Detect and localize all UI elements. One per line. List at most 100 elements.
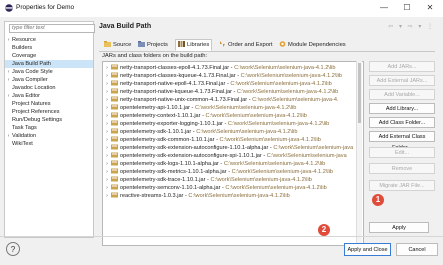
jar-row[interactable]: › netty-transport-classes-epoll-4.1.73.Fi… bbox=[103, 64, 363, 72]
add-jars-button[interactable]: Add JARs... bbox=[369, 61, 435, 72]
expand-arrow-icon[interactable]: › bbox=[5, 76, 12, 84]
add-class-folder-button[interactable]: Add Class Folder... bbox=[369, 117, 435, 128]
jar-row[interactable]: › opentelemetry-context-1.10.1.jar - C:\w… bbox=[103, 112, 363, 120]
chevron-right-icon[interactable]: › bbox=[103, 104, 111, 112]
expand-arrow-icon[interactable]: › bbox=[5, 36, 12, 44]
jar-row[interactable]: › netty-transport-native-epoll-4.1.73.Fin… bbox=[103, 80, 363, 88]
tree-item-label: Javadoc Location bbox=[12, 85, 56, 91]
minimize-button[interactable]: — bbox=[375, 2, 393, 14]
jar-path: C:\work\Selenium\selenium-java-4.1.2\lib bbox=[231, 169, 333, 175]
footer-separator bbox=[0, 236, 443, 237]
add-variable-button[interactable]: Add Variable... bbox=[369, 89, 435, 100]
chevron-right-icon[interactable]: › bbox=[103, 88, 111, 96]
page-title: Java Build Path bbox=[99, 23, 152, 30]
jar-name: opentelemetry-api-1.10.1.jar bbox=[120, 105, 190, 111]
chevron-right-icon[interactable]: › bbox=[103, 192, 111, 200]
jar-icon bbox=[111, 152, 118, 158]
jar-row[interactable]: › opentelemetry-sdk-common-1.10.1.jar - C… bbox=[103, 136, 363, 144]
jar-row[interactable]: › opentelemetry-sdk-1.10.1.jar - C:\work\… bbox=[103, 128, 363, 136]
help-icon[interactable]: ? bbox=[6, 242, 20, 256]
jar-row[interactable]: › reactive-streams-1.0.3.jar - C:\work\Se… bbox=[103, 192, 363, 200]
tree-item[interactable]: Javadoc Location bbox=[5, 84, 93, 92]
jar-path: C:\work\Selenium\selenium-java-4.1.2\lib bbox=[225, 185, 327, 191]
tree-item[interactable]: Builders bbox=[5, 44, 93, 52]
jar-row[interactable]: › netty-transport-native-kqueue-4.1.73.Fi… bbox=[103, 88, 363, 96]
tree-item[interactable]: Project References bbox=[5, 108, 93, 116]
chevron-right-icon[interactable]: › bbox=[103, 144, 111, 152]
tree-item[interactable]: › Java Compiler bbox=[5, 76, 93, 84]
tree-item[interactable]: › Resource bbox=[5, 36, 93, 44]
jar-row[interactable]: › opentelemetry-sdk-extension-autoconfigu… bbox=[103, 144, 363, 152]
tree-item[interactable]: › Validation bbox=[5, 132, 93, 140]
tree-item[interactable]: Task Tags bbox=[5, 124, 93, 132]
chevron-right-icon[interactable]: › bbox=[103, 80, 111, 88]
add-external-class-folder-button[interactable]: Add External Class Folder... bbox=[369, 131, 435, 151]
jar-row[interactable]: › opentelemetry-exporter-logging-1.10.1.j… bbox=[103, 120, 363, 128]
edit-button[interactable]: Edit... bbox=[369, 147, 435, 158]
add-library-button[interactable]: Add Library... bbox=[369, 103, 435, 114]
chevron-right-icon[interactable]: › bbox=[103, 128, 111, 136]
chevron-right-icon[interactable]: › bbox=[103, 120, 111, 128]
expand-arrow-icon[interactable]: › bbox=[5, 92, 12, 100]
chevron-right-icon[interactable]: › bbox=[103, 184, 111, 192]
chevron-right-icon[interactable]: › bbox=[103, 152, 111, 160]
jar-name: opentelemetry-sdk-metrics-1.10.1-alpha.j… bbox=[120, 169, 227, 175]
add-external-jars-button[interactable]: Add External JARs... bbox=[369, 75, 435, 86]
migrate-jar-file-button[interactable]: Migrate JAR File... bbox=[369, 180, 435, 191]
tab-order-and-export[interactable]: Order and Export bbox=[217, 40, 274, 50]
jar-row[interactable]: › opentelemetry-sdk-logs-1.10.1-alpha.jar… bbox=[103, 160, 363, 168]
chevron-right-icon[interactable]: › bbox=[103, 96, 111, 104]
close-window-button[interactable]: ✕ bbox=[421, 2, 439, 14]
jar-row[interactable]: › netty-transport-native-unix-common-4.1.… bbox=[103, 96, 363, 104]
chevron-right-icon[interactable]: › bbox=[103, 112, 111, 120]
chevron-right-icon[interactable]: › bbox=[103, 168, 111, 176]
jar-row[interactable]: › opentelemetry-api-1.10.1.jar - C:\work\… bbox=[103, 104, 363, 112]
jar-name: netty-transport-classes-kqueue-4.1.73.Fi… bbox=[120, 73, 236, 79]
jar-row[interactable]: › opentelemetry-sdk-metrics-1.10.1-alpha.… bbox=[103, 168, 363, 176]
maximize-button[interactable]: ☐ bbox=[398, 2, 416, 14]
jar-row[interactable]: › opentelemetry-semconv-1.10.1-alpha.jar … bbox=[103, 184, 363, 192]
tree-item[interactable]: Java Build Path bbox=[5, 60, 93, 68]
tree-item[interactable]: Coverage bbox=[5, 52, 93, 60]
apply-button[interactable]: Apply bbox=[369, 222, 429, 233]
tree-item-label: Java Editor bbox=[12, 93, 40, 99]
tab-libraries[interactable]: Libraries bbox=[175, 39, 213, 51]
jar-list-scrollbar[interactable] bbox=[356, 61, 362, 244]
expand-arrow-icon[interactable]: › bbox=[5, 132, 12, 140]
jar-row[interactable]: › opentelemetry-sdk-extension-autoconfigu… bbox=[103, 152, 363, 160]
jar-name: opentelemetry-sdk-common-1.10.1.jar bbox=[120, 137, 215, 143]
chevron-right-icon[interactable]: › bbox=[103, 176, 111, 184]
tree-item[interactable]: Project Natures bbox=[5, 100, 93, 108]
jar-icon bbox=[111, 136, 118, 142]
cancel-button[interactable]: Cancel bbox=[396, 243, 438, 256]
tree-item[interactable]: › Java Code Style bbox=[5, 68, 93, 76]
tab-projects[interactable]: Projects bbox=[136, 40, 170, 50]
tree-item-label: Java Compiler bbox=[12, 77, 48, 83]
libraries-icon bbox=[178, 41, 185, 47]
chevron-right-icon[interactable]: › bbox=[103, 72, 111, 80]
jar-path: C:\work\Selenium\selenium-java-4.1.2\lib bbox=[210, 177, 312, 183]
tree-item[interactable]: Run/Debug Settings bbox=[5, 116, 93, 124]
chevron-right-icon[interactable]: › bbox=[103, 64, 111, 72]
jar-list[interactable]: › netty-transport-classes-epoll-4.1.73.Fi… bbox=[102, 61, 364, 246]
jar-icon bbox=[111, 96, 118, 102]
scrollbar-thumb[interactable] bbox=[358, 63, 361, 123]
window-title: Properties for Demo bbox=[16, 4, 75, 11]
expand-arrow-icon[interactable]: › bbox=[5, 68, 12, 76]
jar-icon bbox=[111, 64, 118, 70]
chevron-right-icon[interactable]: › bbox=[103, 160, 111, 168]
tab-source[interactable]: Source bbox=[102, 40, 133, 50]
tree-item[interactable]: WikiText bbox=[5, 140, 93, 148]
jar-path: C:\work\Selenium\selenium-java-4.1.2\lib bbox=[194, 105, 297, 111]
tree-item[interactable]: › Java Editor bbox=[5, 92, 93, 100]
jar-icon bbox=[111, 144, 118, 150]
chevron-right-icon[interactable]: › bbox=[103, 136, 111, 144]
filter-input[interactable] bbox=[9, 24, 95, 33]
jar-row[interactable]: › opentelemetry-sdk-trace-1.10.1.jar - C:… bbox=[103, 176, 363, 184]
apply-and-close-button[interactable]: Apply and Close bbox=[344, 243, 391, 256]
tab-label: Source bbox=[113, 42, 132, 48]
tab-module-dependencies[interactable]: Module Dependencies bbox=[277, 40, 348, 50]
history-navigation[interactable]: ⇦ ▾ ⇨ ▾ ⋮ bbox=[388, 23, 435, 30]
remove-button[interactable]: Remove bbox=[369, 163, 435, 174]
jar-row[interactable]: › netty-transport-classes-kqueue-4.1.73.F… bbox=[103, 72, 363, 80]
